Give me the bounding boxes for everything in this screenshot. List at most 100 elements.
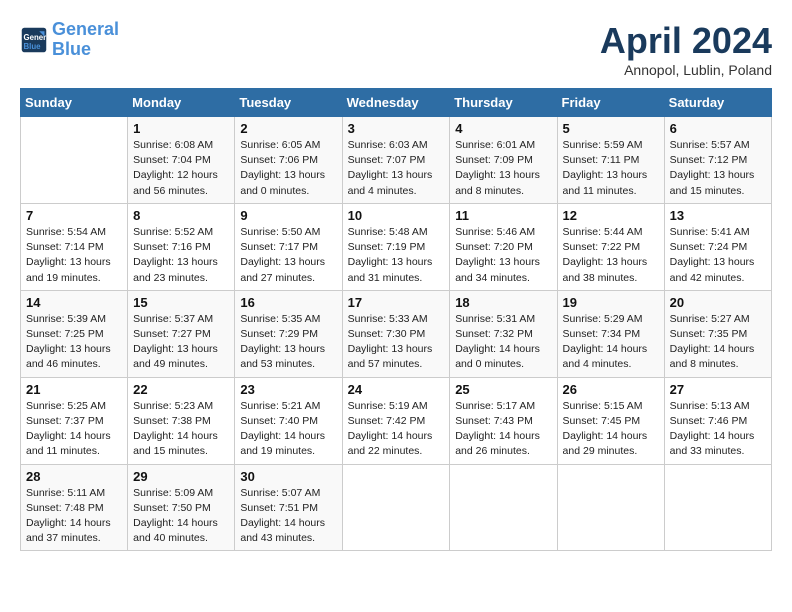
calendar-cell: 20 Sunrise: 5:27 AM Sunset: 7:35 PM Dayli… — [664, 290, 771, 377]
day-number: 5 — [563, 121, 659, 136]
weekday-header: Tuesday — [235, 89, 342, 117]
calendar-cell: 18Sunrise: 5:31 AM Sunset: 7:32 PM Dayli… — [450, 290, 557, 377]
day-number: 30 — [240, 469, 336, 484]
calendar-cell: 29Sunrise: 5:09 AM Sunset: 7:50 PM Dayli… — [128, 464, 235, 551]
day-number: 26 — [563, 382, 659, 397]
day-number: 13 — [670, 208, 766, 223]
calendar-cell — [664, 464, 771, 551]
day-number: 11 — [455, 208, 551, 223]
day-number: 27 — [670, 382, 766, 397]
calendar-cell: 9 Sunrise: 5:50 AM Sunset: 7:17 PM Daylig… — [235, 203, 342, 290]
calendar-cell: 26Sunrise: 5:15 AM Sunset: 7:45 PM Dayli… — [557, 377, 664, 464]
day-info: Sunrise: 5:25 AM Sunset: 7:37 PM Dayligh… — [26, 399, 122, 460]
logo-icon: General Blue — [20, 26, 48, 54]
day-info: Sunrise: 5:46 AM Sunset: 7:20 PM Dayligh… — [455, 225, 551, 286]
calendar-table: SundayMondayTuesdayWednesdayThursdayFrid… — [20, 88, 772, 551]
day-number: 25 — [455, 382, 551, 397]
calendar-week-row: 28 Sunrise: 5:11 AM Sunset: 7:48 PM Dayli… — [21, 464, 772, 551]
calendar-cell: 16Sunrise: 5:35 AM Sunset: 7:29 PM Dayli… — [235, 290, 342, 377]
day-number: 14 — [26, 295, 122, 310]
day-info: Sunrise: 6:01 AM Sunset: 7:09 PM Dayligh… — [455, 138, 551, 199]
day-number: 23 — [240, 382, 336, 397]
day-info: Sunrise: 5:59 AM Sunset: 7:11 PM Dayligh… — [563, 138, 659, 199]
day-info: Sunrise: 5:44 AM Sunset: 7:22 PM Dayligh… — [563, 225, 659, 286]
day-number: 10 — [348, 208, 445, 223]
day-number: 17 — [348, 295, 445, 310]
weekday-header: Wednesday — [342, 89, 450, 117]
calendar-cell: 27 Sunrise: 5:13 AM Sunset: 7:46 PM Dayli… — [664, 377, 771, 464]
day-info: Sunrise: 5:09 AM Sunset: 7:50 PM Dayligh… — [133, 486, 229, 547]
month-title: April 2024 — [600, 20, 772, 62]
day-info: Sunrise: 5:33 AM Sunset: 7:30 PM Dayligh… — [348, 312, 445, 373]
day-number: 9 — [240, 208, 336, 223]
day-info: Sunrise: 5:41 AM Sunset: 7:24 PM Dayligh… — [670, 225, 766, 286]
day-info: Sunrise: 5:50 AM Sunset: 7:17 PM Dayligh… — [240, 225, 336, 286]
day-info: Sunrise: 5:11 AM Sunset: 7:48 PM Dayligh… — [26, 486, 122, 547]
calendar-cell: 25 Sunrise: 5:17 AM Sunset: 7:43 PM Dayli… — [450, 377, 557, 464]
calendar-cell: 17 Sunrise: 5:33 AM Sunset: 7:30 PM Dayli… — [342, 290, 450, 377]
day-info: Sunrise: 5:17 AM Sunset: 7:43 PM Dayligh… — [455, 399, 551, 460]
day-info: Sunrise: 5:54 AM Sunset: 7:14 PM Dayligh… — [26, 225, 122, 286]
day-info: Sunrise: 5:48 AM Sunset: 7:19 PM Dayligh… — [348, 225, 445, 286]
calendar-week-row: 7 Sunrise: 5:54 AM Sunset: 7:14 PM Daylig… — [21, 203, 772, 290]
calendar-week-row: 14 Sunrise: 5:39 AM Sunset: 7:25 PM Dayli… — [21, 290, 772, 377]
day-info: Sunrise: 5:21 AM Sunset: 7:40 PM Dayligh… — [240, 399, 336, 460]
day-number: 12 — [563, 208, 659, 223]
calendar-cell: 22 Sunrise: 5:23 AM Sunset: 7:38 PM Dayli… — [128, 377, 235, 464]
day-info: Sunrise: 5:29 AM Sunset: 7:34 PM Dayligh… — [563, 312, 659, 373]
logo: General Blue General Blue — [20, 20, 119, 60]
calendar-cell: 24Sunrise: 5:19 AM Sunset: 7:42 PM Dayli… — [342, 377, 450, 464]
calendar-cell: 8Sunrise: 5:52 AM Sunset: 7:16 PM Daylig… — [128, 203, 235, 290]
calendar-cell: 7 Sunrise: 5:54 AM Sunset: 7:14 PM Daylig… — [21, 203, 128, 290]
calendar-cell: 4 Sunrise: 6:01 AM Sunset: 7:09 PM Daylig… — [450, 117, 557, 204]
calendar-cell: 14 Sunrise: 5:39 AM Sunset: 7:25 PM Dayli… — [21, 290, 128, 377]
day-number: 6 — [670, 121, 766, 136]
calendar-cell: 2 Sunrise: 6:05 AM Sunset: 7:06 PM Daylig… — [235, 117, 342, 204]
day-info: Sunrise: 5:37 AM Sunset: 7:27 PM Dayligh… — [133, 312, 229, 373]
weekday-header: Monday — [128, 89, 235, 117]
calendar-cell — [342, 464, 450, 551]
weekday-header: Sunday — [21, 89, 128, 117]
calendar-cell — [21, 117, 128, 204]
calendar-cell: 1 Sunrise: 6:08 AM Sunset: 7:04 PM Daylig… — [128, 117, 235, 204]
day-info: Sunrise: 6:05 AM Sunset: 7:06 PM Dayligh… — [240, 138, 336, 199]
day-info: Sunrise: 5:39 AM Sunset: 7:25 PM Dayligh… — [26, 312, 122, 373]
calendar-cell: 11 Sunrise: 5:46 AM Sunset: 7:20 PM Dayli… — [450, 203, 557, 290]
weekday-header: Friday — [557, 89, 664, 117]
day-info: Sunrise: 5:23 AM Sunset: 7:38 PM Dayligh… — [133, 399, 229, 460]
calendar-cell: 28 Sunrise: 5:11 AM Sunset: 7:48 PM Dayli… — [21, 464, 128, 551]
day-number: 20 — [670, 295, 766, 310]
day-info: Sunrise: 5:07 AM Sunset: 7:51 PM Dayligh… — [240, 486, 336, 547]
day-info: Sunrise: 6:03 AM Sunset: 7:07 PM Dayligh… — [348, 138, 445, 199]
day-info: Sunrise: 5:13 AM Sunset: 7:46 PM Dayligh… — [670, 399, 766, 460]
location: Annopol, Lublin, Poland — [600, 62, 772, 78]
day-number: 1 — [133, 121, 229, 136]
day-number: 22 — [133, 382, 229, 397]
day-number: 19 — [563, 295, 659, 310]
calendar-cell — [557, 464, 664, 551]
weekday-header-row: SundayMondayTuesdayWednesdayThursdayFrid… — [21, 89, 772, 117]
calendar-cell: 5 Sunrise: 5:59 AM Sunset: 7:11 PM Daylig… — [557, 117, 664, 204]
day-info: Sunrise: 5:27 AM Sunset: 7:35 PM Dayligh… — [670, 312, 766, 373]
day-number: 3 — [348, 121, 445, 136]
calendar-cell: 21Sunrise: 5:25 AM Sunset: 7:37 PM Dayli… — [21, 377, 128, 464]
calendar-cell: 6Sunrise: 5:57 AM Sunset: 7:12 PM Daylig… — [664, 117, 771, 204]
calendar-week-row: 21Sunrise: 5:25 AM Sunset: 7:37 PM Dayli… — [21, 377, 772, 464]
day-info: Sunrise: 5:52 AM Sunset: 7:16 PM Dayligh… — [133, 225, 229, 286]
calendar-cell — [450, 464, 557, 551]
weekday-header: Thursday — [450, 89, 557, 117]
day-number: 7 — [26, 208, 122, 223]
calendar-cell: 13 Sunrise: 5:41 AM Sunset: 7:24 PM Dayli… — [664, 203, 771, 290]
day-info: Sunrise: 6:08 AM Sunset: 7:04 PM Dayligh… — [133, 138, 229, 199]
day-number: 4 — [455, 121, 551, 136]
calendar-cell: 30 Sunrise: 5:07 AM Sunset: 7:51 PM Dayli… — [235, 464, 342, 551]
day-info: Sunrise: 5:19 AM Sunset: 7:42 PM Dayligh… — [348, 399, 445, 460]
header: General Blue General Blue April 2024 Ann… — [20, 20, 772, 78]
calendar-cell: 10 Sunrise: 5:48 AM Sunset: 7:19 PM Dayli… — [342, 203, 450, 290]
day-number: 28 — [26, 469, 122, 484]
svg-text:Blue: Blue — [24, 42, 42, 51]
weekday-header: Saturday — [664, 89, 771, 117]
calendar-cell: 12 Sunrise: 5:44 AM Sunset: 7:22 PM Dayli… — [557, 203, 664, 290]
day-number: 15 — [133, 295, 229, 310]
day-number: 2 — [240, 121, 336, 136]
